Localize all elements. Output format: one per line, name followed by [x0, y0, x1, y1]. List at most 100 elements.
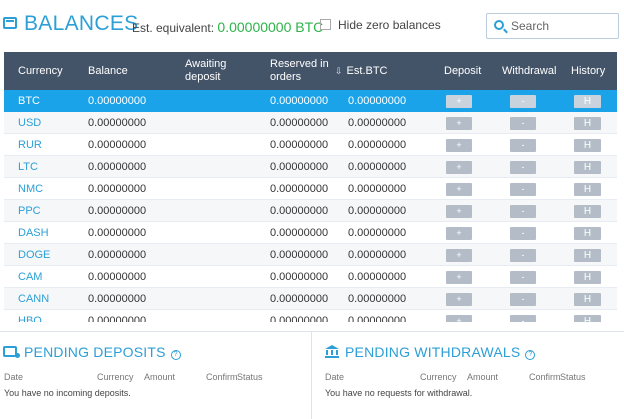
- checkbox-box[interactable]: [320, 19, 331, 30]
- deposit-button[interactable]: +: [446, 161, 472, 174]
- help-icon[interactable]: ?: [170, 350, 181, 360]
- cell-currency[interactable]: HBO: [18, 310, 42, 322]
- cell-reserved: 0.00000000: [270, 205, 329, 217]
- withdrawal-button[interactable]: -: [510, 139, 536, 152]
- cell-est-btc: 0.00000000: [348, 249, 407, 261]
- pending-divider: [311, 332, 312, 419]
- table-row[interactable]: HBO 0.00000000 0.00000000 0.00000000 + - H: [4, 310, 617, 322]
- deposit-button[interactable]: +: [446, 205, 472, 218]
- col-reserved-line1: Reserved in: [270, 58, 329, 70]
- cell-currency[interactable]: PPC: [18, 200, 41, 222]
- cell-est-btc: 0.00000000: [348, 315, 407, 322]
- history-button[interactable]: H: [574, 249, 601, 262]
- table-row[interactable]: BTC 0.00000000 0.00000000 0.00000000 + - H: [4, 90, 617, 112]
- table-row[interactable]: NMC 0.00000000 0.00000000 0.00000000 + - H: [4, 178, 617, 200]
- cell-balance: 0.00000000: [88, 293, 147, 305]
- history-button[interactable]: H: [574, 139, 601, 152]
- history-button[interactable]: H: [574, 95, 601, 108]
- balances-table: Currency Balance Awaiting deposit Reserve…: [4, 52, 617, 322]
- pending-deposits-title-text: PENDING DEPOSITS: [24, 344, 166, 360]
- history-button[interactable]: H: [574, 205, 601, 218]
- pending-deposits-icon: [3, 346, 20, 358]
- withdrawal-button[interactable]: -: [510, 183, 536, 196]
- history-button[interactable]: H: [574, 271, 601, 284]
- search-input[interactable]: [511, 17, 615, 35]
- withdrawal-button[interactable]: -: [510, 161, 536, 174]
- history-button[interactable]: H: [574, 227, 601, 240]
- table-row[interactable]: CAM 0.00000000 0.00000000 0.00000000 + - H: [4, 266, 617, 288]
- deposit-button[interactable]: +: [446, 293, 472, 306]
- withdrawal-button[interactable]: -: [510, 315, 536, 322]
- cell-reserved: 0.00000000: [270, 249, 329, 261]
- deposit-button[interactable]: +: [446, 139, 472, 152]
- deposit-button[interactable]: +: [446, 315, 472, 322]
- table-row[interactable]: DOGE 0.00000000 0.00000000 0.00000000 + - H: [4, 244, 617, 266]
- cell-currency[interactable]: RUR: [18, 134, 42, 156]
- table-row[interactable]: PPC 0.00000000 0.00000000 0.00000000 + - H: [4, 200, 617, 222]
- cell-currency[interactable]: DOGE: [18, 244, 50, 266]
- withdrawal-button[interactable]: -: [510, 227, 536, 240]
- col-est-btc[interactable]: ⇩ Est.BTC: [335, 52, 388, 90]
- col-history: History: [571, 64, 606, 77]
- cell-reserved: 0.00000000: [270, 315, 329, 322]
- withdrawal-button[interactable]: -: [510, 293, 536, 306]
- cell-currency[interactable]: NMC: [18, 178, 43, 200]
- col-reserved-in-orders[interactable]: Reserved in orders: [270, 52, 329, 90]
- cell-currency[interactable]: CANN: [18, 288, 49, 310]
- wd-col-date: Date: [325, 372, 345, 382]
- dep-col-currency: Currency: [97, 372, 134, 382]
- wd-col-confirm: Confirm: [529, 372, 561, 382]
- cell-balance: 0.00000000: [88, 315, 147, 322]
- deposit-button[interactable]: +: [446, 249, 472, 262]
- col-withdrawal: Withdrawal: [502, 64, 557, 77]
- history-button[interactable]: H: [574, 161, 601, 174]
- history-button[interactable]: H: [574, 117, 601, 130]
- withdrawal-button[interactable]: -: [510, 205, 536, 218]
- cell-est-btc: 0.00000000: [348, 117, 407, 129]
- cell-currency[interactable]: CAM: [18, 266, 42, 288]
- cell-currency[interactable]: BTC: [18, 90, 40, 112]
- dep-col-confirm: Confirm: [206, 372, 238, 382]
- dep-col-amount: Amount: [144, 372, 176, 382]
- withdrawal-button[interactable]: -: [510, 271, 536, 284]
- history-button[interactable]: H: [574, 293, 601, 306]
- cell-est-btc: 0.00000000: [348, 271, 407, 283]
- cell-currency[interactable]: LTC: [18, 156, 38, 178]
- table-row[interactable]: LTC 0.00000000 0.00000000 0.00000000 + - H: [4, 156, 617, 178]
- table-row[interactable]: RUR 0.00000000 0.00000000 0.00000000 + - H: [4, 134, 617, 156]
- cell-reserved: 0.00000000: [270, 271, 329, 283]
- search-box[interactable]: [486, 13, 619, 39]
- hide-zero-balances-checkbox[interactable]: Hide zero balances: [320, 18, 441, 32]
- pending-withdrawals-title: PENDING WITHDRAWALS?: [345, 344, 536, 360]
- col-reserved-line2: orders: [270, 71, 302, 83]
- cell-reserved: 0.00000000: [270, 227, 329, 239]
- help-icon[interactable]: ?: [525, 350, 536, 360]
- deposit-button[interactable]: +: [446, 95, 472, 108]
- deposit-button[interactable]: +: [446, 227, 472, 240]
- withdrawal-button[interactable]: -: [510, 95, 536, 108]
- withdrawal-button[interactable]: -: [510, 249, 536, 262]
- withdrawal-button[interactable]: -: [510, 117, 536, 130]
- table-row[interactable]: CANN 0.00000000 0.00000000 0.00000000 + - H: [4, 288, 617, 310]
- col-est-btc-label: Est.BTC: [346, 64, 388, 77]
- col-awaiting-deposit[interactable]: Awaiting deposit: [185, 52, 226, 90]
- history-button[interactable]: H: [574, 315, 601, 322]
- table-row[interactable]: USD 0.00000000 0.00000000 0.00000000 + - H: [4, 112, 617, 134]
- cell-currency[interactable]: USD: [18, 112, 41, 134]
- deposit-button[interactable]: +: [446, 271, 472, 284]
- deposit-button[interactable]: +: [446, 183, 472, 196]
- wallet-icon: [3, 17, 17, 29]
- cell-est-btc: 0.00000000: [348, 139, 407, 151]
- table-row[interactable]: DASH 0.00000000 0.00000000 0.00000000 + - H: [4, 222, 617, 244]
- search-icon: [494, 20, 504, 30]
- table-body: BTC 0.00000000 0.00000000 0.00000000 + - H USD 0…: [4, 90, 617, 322]
- cell-reserved: 0.00000000: [270, 117, 329, 129]
- cell-balance: 0.00000000: [88, 183, 147, 195]
- col-balance[interactable]: Balance: [88, 52, 128, 90]
- deposit-button[interactable]: +: [446, 117, 472, 130]
- cell-est-btc: 0.00000000: [348, 161, 407, 173]
- col-currency[interactable]: Currency: [18, 52, 63, 90]
- dep-col-date: Date: [4, 372, 24, 382]
- cell-currency[interactable]: DASH: [18, 222, 49, 244]
- history-button[interactable]: H: [574, 183, 601, 196]
